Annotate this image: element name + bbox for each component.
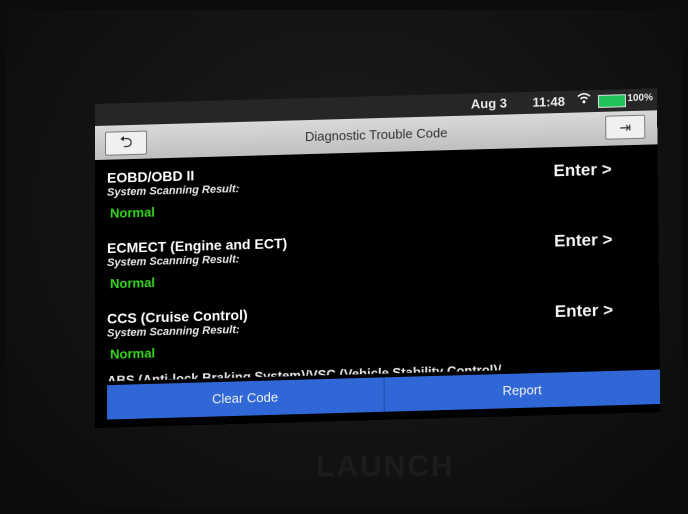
system-subtitle: System Scanning Result:: [107, 323, 240, 340]
clear-code-button[interactable]: Clear Code: [107, 377, 383, 419]
brand-logo: LAUNCH: [316, 450, 455, 483]
exit-icon: ⇥: [619, 119, 632, 136]
screen: Aug 3 11:48 100% ⮌ Diagnostic Trouble Co…: [95, 88, 661, 428]
report-button[interactable]: Report: [383, 369, 661, 412]
system-name: ECMECT (Engine and ECT): [107, 234, 288, 257]
system-status: Normal: [110, 274, 156, 292]
system-status: Normal: [110, 345, 156, 362]
system-subtitle: System Scanning Result:: [107, 183, 240, 199]
list-item[interactable]: CCS (Cruise Control) System Scanning Res…: [95, 289, 660, 375]
system-status: Normal: [110, 204, 155, 221]
battery-icon: [597, 94, 627, 108]
exit-button[interactable]: ⇥: [605, 114, 646, 140]
page-title: Diagnostic Trouble Code: [304, 125, 448, 145]
wifi-icon: [577, 92, 591, 107]
status-date: Aug 3: [470, 95, 508, 112]
status-time: 11:48: [532, 93, 566, 110]
system-list: EOBD/OBD II System Scanning Result: Norm…: [95, 148, 660, 375]
enter-button[interactable]: Enter >: [554, 230, 612, 252]
system-name: EOBD/OBD II: [107, 167, 195, 186]
battery-percent: 100%: [627, 92, 653, 105]
system-subtitle: System Scanning Result:: [107, 253, 240, 270]
enter-button[interactable]: Enter >: [555, 300, 614, 322]
enter-button[interactable]: Enter >: [553, 160, 611, 182]
